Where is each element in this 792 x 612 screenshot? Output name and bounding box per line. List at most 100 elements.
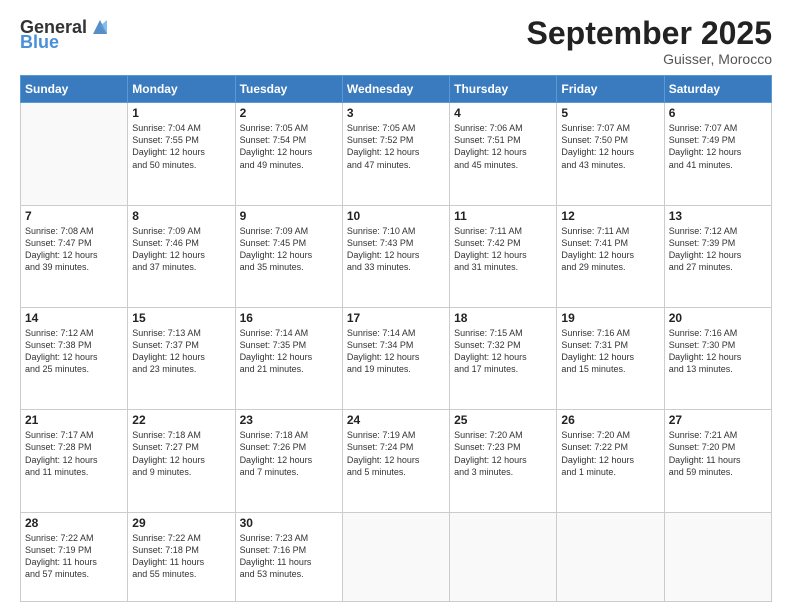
- day-cell: 17 Sunrise: 7:14 AM Sunset: 7:34 PM Dayli…: [342, 307, 449, 409]
- day-number: 21: [25, 413, 123, 427]
- day-cell: [450, 512, 557, 601]
- day-cell: 13 Sunrise: 7:12 AM Sunset: 7:39 PM Dayli…: [664, 205, 771, 307]
- day-info: Sunrise: 7:05 AM Sunset: 7:52 PM Dayligh…: [347, 122, 445, 171]
- day-info: Sunrise: 7:21 AM Sunset: 7:20 PM Dayligh…: [669, 429, 767, 478]
- day-cell: 7 Sunrise: 7:08 AM Sunset: 7:47 PM Daylig…: [21, 205, 128, 307]
- day-cell: 14Sunrise: 7:12 AM Sunset: 7:38 PM Dayli…: [21, 307, 128, 409]
- day-cell: 3 Sunrise: 7:05 AM Sunset: 7:52 PM Daylig…: [342, 103, 449, 205]
- day-number: 12: [561, 209, 659, 223]
- day-number: 16: [240, 311, 338, 325]
- header-row: SundayMondayTuesdayWednesdayThursdayFrid…: [21, 76, 772, 103]
- logo: General Blue: [20, 16, 111, 53]
- day-number: 29: [132, 516, 230, 530]
- header-saturday: Saturday: [664, 76, 771, 103]
- day-cell: 4 Sunrise: 7:06 AM Sunset: 7:51 PM Daylig…: [450, 103, 557, 205]
- day-info: Sunrise: 7:07 AM Sunset: 7:50 PM Dayligh…: [561, 122, 659, 171]
- day-info: Sunrise: 7:22 AM Sunset: 7:18 PM Dayligh…: [132, 532, 230, 581]
- day-cell: 22 Sunrise: 7:18 AM Sunset: 7:27 PM Dayli…: [128, 410, 235, 512]
- day-number: 3: [347, 106, 445, 120]
- day-number: 25: [454, 413, 552, 427]
- day-number: 27: [669, 413, 767, 427]
- day-cell: 19Sunrise: 7:16 AM Sunset: 7:31 PM Dayli…: [557, 307, 664, 409]
- day-cell: 9 Sunrise: 7:09 AM Sunset: 7:45 PM Daylig…: [235, 205, 342, 307]
- day-info: Sunrise: 7:12 AM Sunset: 7:38 PM Dayligh…: [25, 327, 123, 376]
- week-row-4: 28 Sunrise: 7:22 AM Sunset: 7:19 PM Dayli…: [21, 512, 772, 601]
- day-info: Sunrise: 7:07 AM Sunset: 7:49 PM Dayligh…: [669, 122, 767, 171]
- day-cell: 11 Sunrise: 7:11 AM Sunset: 7:42 PM Dayli…: [450, 205, 557, 307]
- day-info: Sunrise: 7:12 AM Sunset: 7:39 PM Dayligh…: [669, 225, 767, 274]
- day-info: Sunrise: 7:19 AM Sunset: 7:24 PM Dayligh…: [347, 429, 445, 478]
- day-number: 13: [669, 209, 767, 223]
- logo-blue: Blue: [20, 32, 59, 53]
- calendar: SundayMondayTuesdayWednesdayThursdayFrid…: [20, 75, 772, 602]
- header: General Blue September 2025 Guisser, Mor…: [20, 16, 772, 67]
- day-cell: [557, 512, 664, 601]
- day-info: Sunrise: 7:13 AM Sunset: 7:37 PM Dayligh…: [132, 327, 230, 376]
- day-info: Sunrise: 7:06 AM Sunset: 7:51 PM Dayligh…: [454, 122, 552, 171]
- day-cell: 2Sunrise: 7:05 AM Sunset: 7:54 PM Daylig…: [235, 103, 342, 205]
- day-cell: 25 Sunrise: 7:20 AM Sunset: 7:23 PM Dayli…: [450, 410, 557, 512]
- week-row-3: 21 Sunrise: 7:17 AM Sunset: 7:28 PM Dayli…: [21, 410, 772, 512]
- header-friday: Friday: [557, 76, 664, 103]
- day-number: 7: [25, 209, 123, 223]
- day-cell: 27 Sunrise: 7:21 AM Sunset: 7:20 PM Dayli…: [664, 410, 771, 512]
- day-cell: 6Sunrise: 7:07 AM Sunset: 7:49 PM Daylig…: [664, 103, 771, 205]
- day-info: Sunrise: 7:20 AM Sunset: 7:23 PM Dayligh…: [454, 429, 552, 478]
- day-number: 8: [132, 209, 230, 223]
- day-info: Sunrise: 7:11 AM Sunset: 7:42 PM Dayligh…: [454, 225, 552, 274]
- day-info: Sunrise: 7:09 AM Sunset: 7:45 PM Dayligh…: [240, 225, 338, 274]
- day-cell: 29 Sunrise: 7:22 AM Sunset: 7:18 PM Dayli…: [128, 512, 235, 601]
- day-info: Sunrise: 7:14 AM Sunset: 7:35 PM Dayligh…: [240, 327, 338, 376]
- day-number: 2: [240, 106, 338, 120]
- header-sunday: Sunday: [21, 76, 128, 103]
- day-number: 15: [132, 311, 230, 325]
- day-number: 28: [25, 516, 123, 530]
- header-wednesday: Wednesday: [342, 76, 449, 103]
- day-info: Sunrise: 7:08 AM Sunset: 7:47 PM Dayligh…: [25, 225, 123, 274]
- day-cell: 24 Sunrise: 7:19 AM Sunset: 7:24 PM Dayli…: [342, 410, 449, 512]
- day-number: 30: [240, 516, 338, 530]
- week-row-0: 1 Sunrise: 7:04 AM Sunset: 7:55 PM Daylig…: [21, 103, 772, 205]
- week-row-2: 14Sunrise: 7:12 AM Sunset: 7:38 PM Dayli…: [21, 307, 772, 409]
- day-number: 11: [454, 209, 552, 223]
- day-info: Sunrise: 7:17 AM Sunset: 7:28 PM Dayligh…: [25, 429, 123, 478]
- header-tuesday: Tuesday: [235, 76, 342, 103]
- day-number: 19: [561, 311, 659, 325]
- day-cell: 21 Sunrise: 7:17 AM Sunset: 7:28 PM Dayli…: [21, 410, 128, 512]
- day-number: 4: [454, 106, 552, 120]
- day-cell: 28 Sunrise: 7:22 AM Sunset: 7:19 PM Dayli…: [21, 512, 128, 601]
- day-cell: 12 Sunrise: 7:11 AM Sunset: 7:41 PM Dayli…: [557, 205, 664, 307]
- day-info: Sunrise: 7:20 AM Sunset: 7:22 PM Dayligh…: [561, 429, 659, 478]
- day-cell: [342, 512, 449, 601]
- day-number: 26: [561, 413, 659, 427]
- day-cell: 16 Sunrise: 7:14 AM Sunset: 7:35 PM Dayli…: [235, 307, 342, 409]
- day-cell: 8Sunrise: 7:09 AM Sunset: 7:46 PM Daylig…: [128, 205, 235, 307]
- subtitle: Guisser, Morocco: [527, 51, 772, 67]
- day-cell: 23Sunrise: 7:18 AM Sunset: 7:26 PM Dayli…: [235, 410, 342, 512]
- day-cell: 15 Sunrise: 7:13 AM Sunset: 7:37 PM Dayli…: [128, 307, 235, 409]
- day-info: Sunrise: 7:22 AM Sunset: 7:19 PM Dayligh…: [25, 532, 123, 581]
- day-cell: 18 Sunrise: 7:15 AM Sunset: 7:32 PM Dayli…: [450, 307, 557, 409]
- day-cell: 26 Sunrise: 7:20 AM Sunset: 7:22 PM Dayli…: [557, 410, 664, 512]
- day-info: Sunrise: 7:16 AM Sunset: 7:30 PM Dayligh…: [669, 327, 767, 376]
- day-number: 22: [132, 413, 230, 427]
- day-number: 1: [132, 106, 230, 120]
- day-info: Sunrise: 7:14 AM Sunset: 7:34 PM Dayligh…: [347, 327, 445, 376]
- day-number: 9: [240, 209, 338, 223]
- day-info: Sunrise: 7:15 AM Sunset: 7:32 PM Dayligh…: [454, 327, 552, 376]
- day-cell: 5Sunrise: 7:07 AM Sunset: 7:50 PM Daylig…: [557, 103, 664, 205]
- day-info: Sunrise: 7:10 AM Sunset: 7:43 PM Dayligh…: [347, 225, 445, 274]
- day-cell: 20 Sunrise: 7:16 AM Sunset: 7:30 PM Dayli…: [664, 307, 771, 409]
- header-thursday: Thursday: [450, 76, 557, 103]
- day-info: Sunrise: 7:11 AM Sunset: 7:41 PM Dayligh…: [561, 225, 659, 274]
- week-row-1: 7 Sunrise: 7:08 AM Sunset: 7:47 PM Daylig…: [21, 205, 772, 307]
- day-number: 17: [347, 311, 445, 325]
- day-number: 24: [347, 413, 445, 427]
- day-number: 18: [454, 311, 552, 325]
- day-info: Sunrise: 7:04 AM Sunset: 7:55 PM Dayligh…: [132, 122, 230, 171]
- day-number: 20: [669, 311, 767, 325]
- logo-icon: [89, 16, 111, 38]
- day-info: Sunrise: 7:23 AM Sunset: 7:16 PM Dayligh…: [240, 532, 338, 581]
- day-cell: 30 Sunrise: 7:23 AM Sunset: 7:16 PM Dayli…: [235, 512, 342, 601]
- day-info: Sunrise: 7:18 AM Sunset: 7:27 PM Dayligh…: [132, 429, 230, 478]
